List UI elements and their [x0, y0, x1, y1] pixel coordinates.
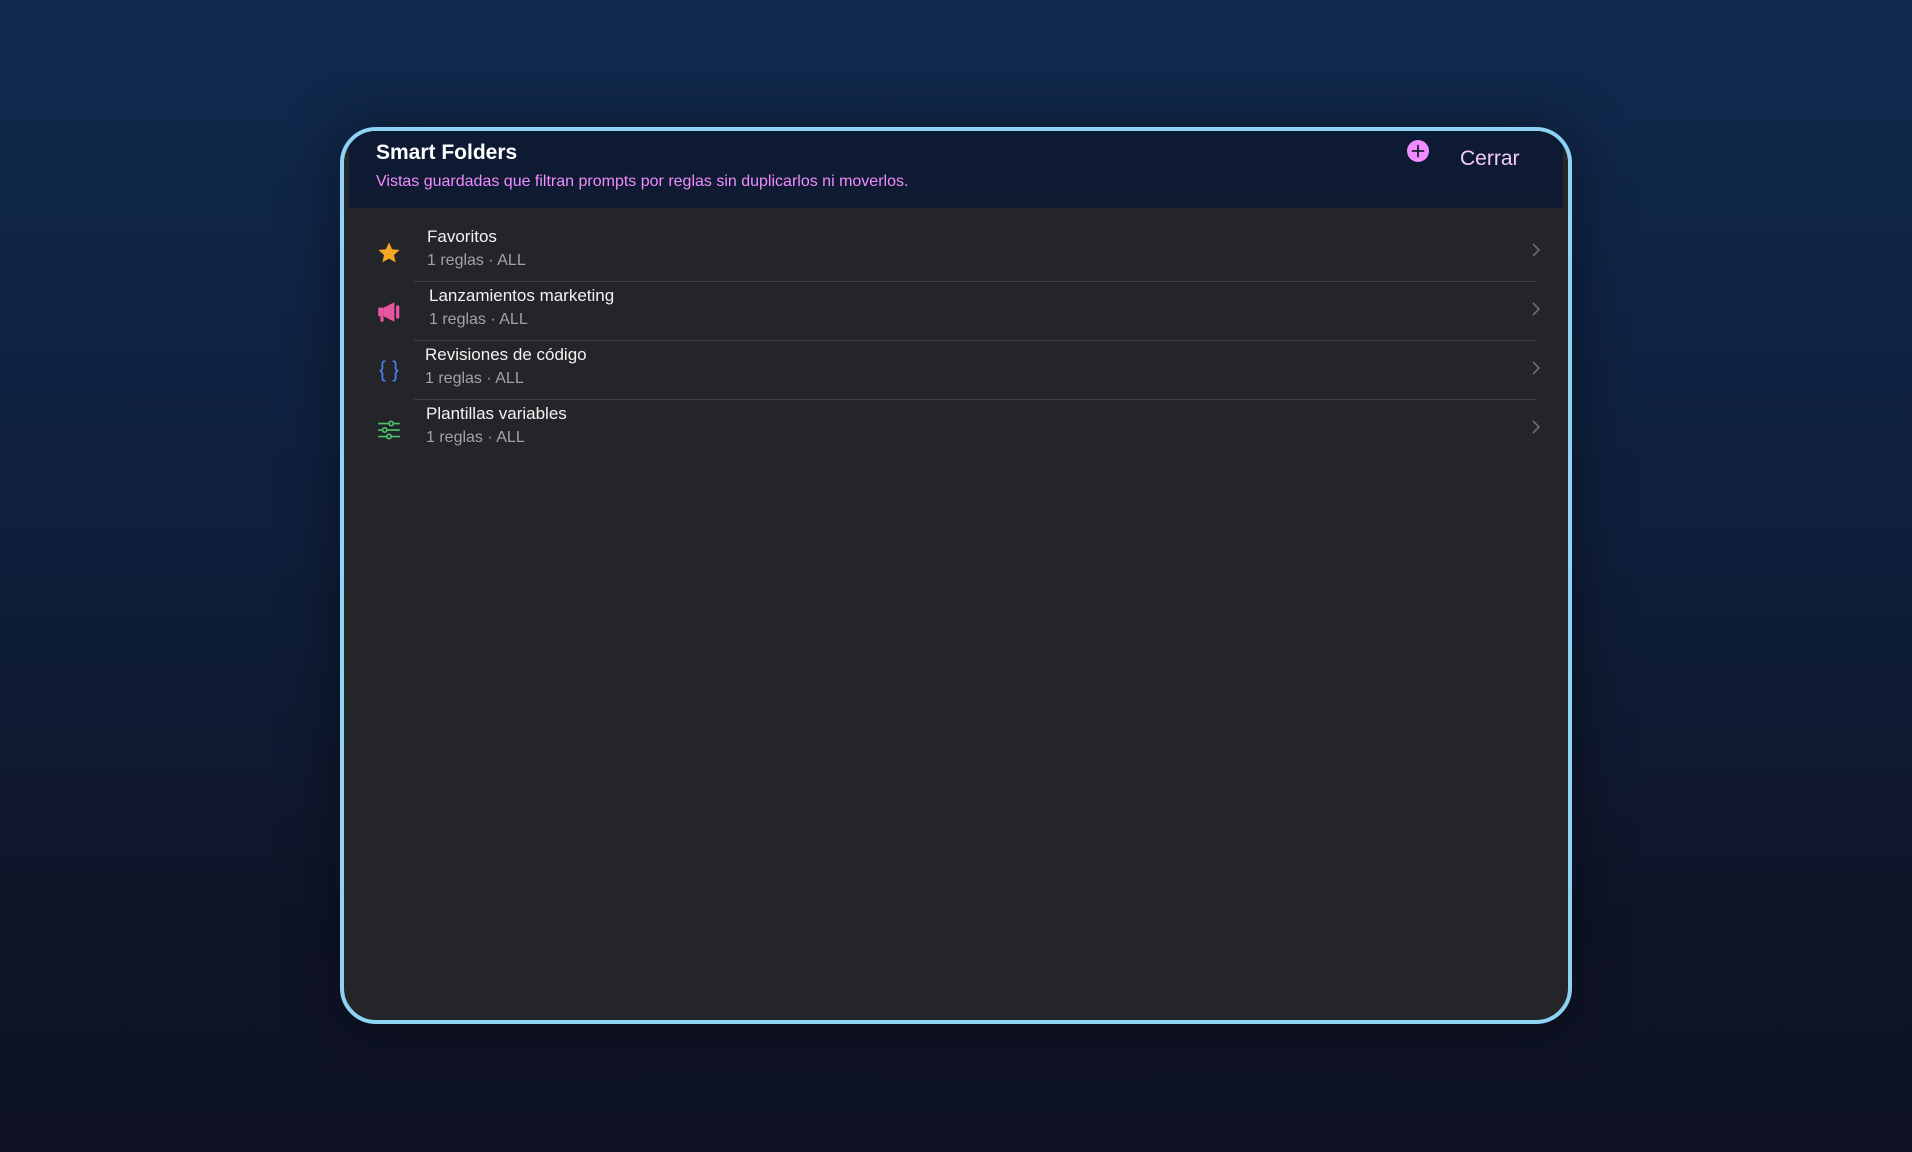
folder-row-revisiones-de-codigo[interactable]: Revisiones de código 1 reglas · ALL — [349, 341, 1563, 400]
chevron-right-icon — [1532, 302, 1541, 316]
folder-row-lanzamientos-marketing[interactable]: Lanzamientos marketing 1 reglas · ALL — [349, 282, 1563, 341]
chevron-right-icon — [1532, 420, 1541, 434]
curly-braces-icon — [376, 358, 402, 384]
folder-list: Favoritos 1 reglas · ALL Lanzamientos ma… — [349, 223, 1563, 459]
folder-name: Favoritos — [427, 227, 497, 246]
plus-circle-icon — [1411, 144, 1425, 158]
folder-meta: 1 reglas · ALL — [425, 370, 524, 387]
folder-row-plantillas-variables[interactable]: Plantillas variables 1 reglas · ALL — [349, 400, 1563, 459]
star-icon — [376, 240, 402, 266]
panel-content: Smart Folders Vistas guardadas que filtr… — [349, 131, 1563, 1014]
megaphone-icon — [376, 299, 402, 325]
close-button[interactable]: Cerrar — [1460, 147, 1520, 171]
folder-meta: 1 reglas · ALL — [426, 429, 525, 446]
sliders-icon — [376, 417, 402, 443]
chevron-right-icon — [1532, 361, 1541, 375]
panel-subtitle: Vistas guardadas que filtran prompts por… — [376, 173, 909, 190]
folder-name: Plantillas variables — [426, 404, 567, 423]
folder-meta: 1 reglas · ALL — [429, 311, 528, 328]
folder-meta: 1 reglas · ALL — [427, 252, 526, 269]
panel-title: Smart Folders — [376, 141, 518, 164]
panel-header: Smart Folders Vistas guardadas que filtr… — [349, 131, 1563, 208]
chevron-right-icon — [1532, 243, 1541, 257]
smart-folders-panel: Smart Folders Vistas guardadas que filtr… — [340, 127, 1572, 1024]
folder-name: Lanzamientos marketing — [429, 286, 615, 305]
add-folder-button[interactable] — [1407, 140, 1429, 162]
folder-name: Revisiones de código — [425, 345, 587, 364]
folder-row-favoritos[interactable]: Favoritos 1 reglas · ALL — [349, 223, 1563, 282]
